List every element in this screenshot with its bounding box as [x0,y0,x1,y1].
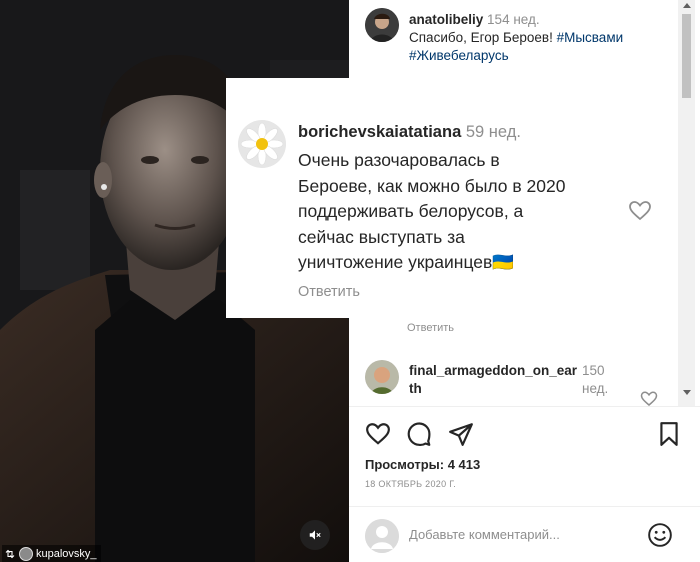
post-date[interactable]: 18 ОКТЯБРЬ 2020 Г. [365,479,456,489]
heart-icon[interactable] [640,390,658,406]
bookmark-icon[interactable] [657,421,681,447]
comment-line: сейчас выступать за [298,226,465,247]
comment-time[interactable]: 154 нед. [487,12,540,27]
avatar[interactable] [365,8,399,42]
reply-button[interactable]: Ответить [407,322,454,334]
repost-avatar [19,546,33,561]
add-comment-bar [349,506,700,562]
hashtag-link[interactable]: #Живебеларусь [409,48,509,63]
comment-body: Очень разочаровалась в Бероеве, как можн… [298,148,608,276]
comment-line: Очень разочаровалась в [298,150,500,170]
repost-badge: kupalovsky_ [2,545,101,562]
reply-button[interactable]: Ответить [298,284,360,300]
repost-icon [5,549,15,558]
comment-header: borichevskaiatatiana 59 нед. [298,123,521,142]
avatar[interactable] [365,360,399,394]
views-count[interactable]: Просмотры: 4 413 [365,457,480,472]
comments-scrollbar[interactable] [678,0,695,406]
heart-icon[interactable] [628,199,652,221]
comment-text: anatolibeliy 154 нед. Спасибо, Егор Беро… [409,11,674,65]
comment-username[interactable]: borichevskaiatatiana [298,123,461,141]
comment-icon[interactable] [406,421,432,447]
scroll-up-arrow-icon[interactable] [683,3,691,8]
comment-time[interactable]: 59 нед. [466,123,521,141]
comment-text: final_armageddon_on_ear th [409,362,609,398]
comment-username-cont[interactable]: th [409,381,422,396]
comment-time-unit: нед. [582,381,609,396]
like-heart-icon[interactable] [365,421,391,447]
comment-body: Спасибо, Егор Бероев! [409,30,557,45]
comment-line: поддерживать белорусов, а [298,201,524,221]
daisy-avatar[interactable] [238,120,286,168]
avatar [365,519,399,553]
comment-time-value: 150 [582,363,605,378]
speaker-muted-icon [309,530,321,540]
repost-username[interactable]: kupalovsky_ [36,548,97,560]
mute-button[interactable] [300,520,330,550]
comment-username[interactable]: final_armageddon_on_ear [409,363,577,378]
comment-input[interactable] [409,524,589,544]
scroll-down-arrow-icon[interactable] [683,390,691,395]
emoji-icon[interactable] [647,522,673,548]
comment-username[interactable]: anatolibeliy [409,12,483,27]
zoomed-comment: borichevskaiatatiana 59 нед. Очень разоч… [226,78,626,318]
comment-line: Бероеве, как можно было в 2020 [298,175,566,196]
share-icon[interactable] [448,421,474,447]
scrollbar-thumb[interactable] [682,14,691,98]
comment-time[interactable]: 150 нед. [582,362,622,398]
hashtag-link[interactable]: #Мысвами [557,30,624,45]
comment-line: уничтожение украинцев🇺🇦 [298,252,515,272]
post-actions: Просмотры: 4 413 18 ОКТЯБРЬ 2020 Г. [349,406,700,506]
